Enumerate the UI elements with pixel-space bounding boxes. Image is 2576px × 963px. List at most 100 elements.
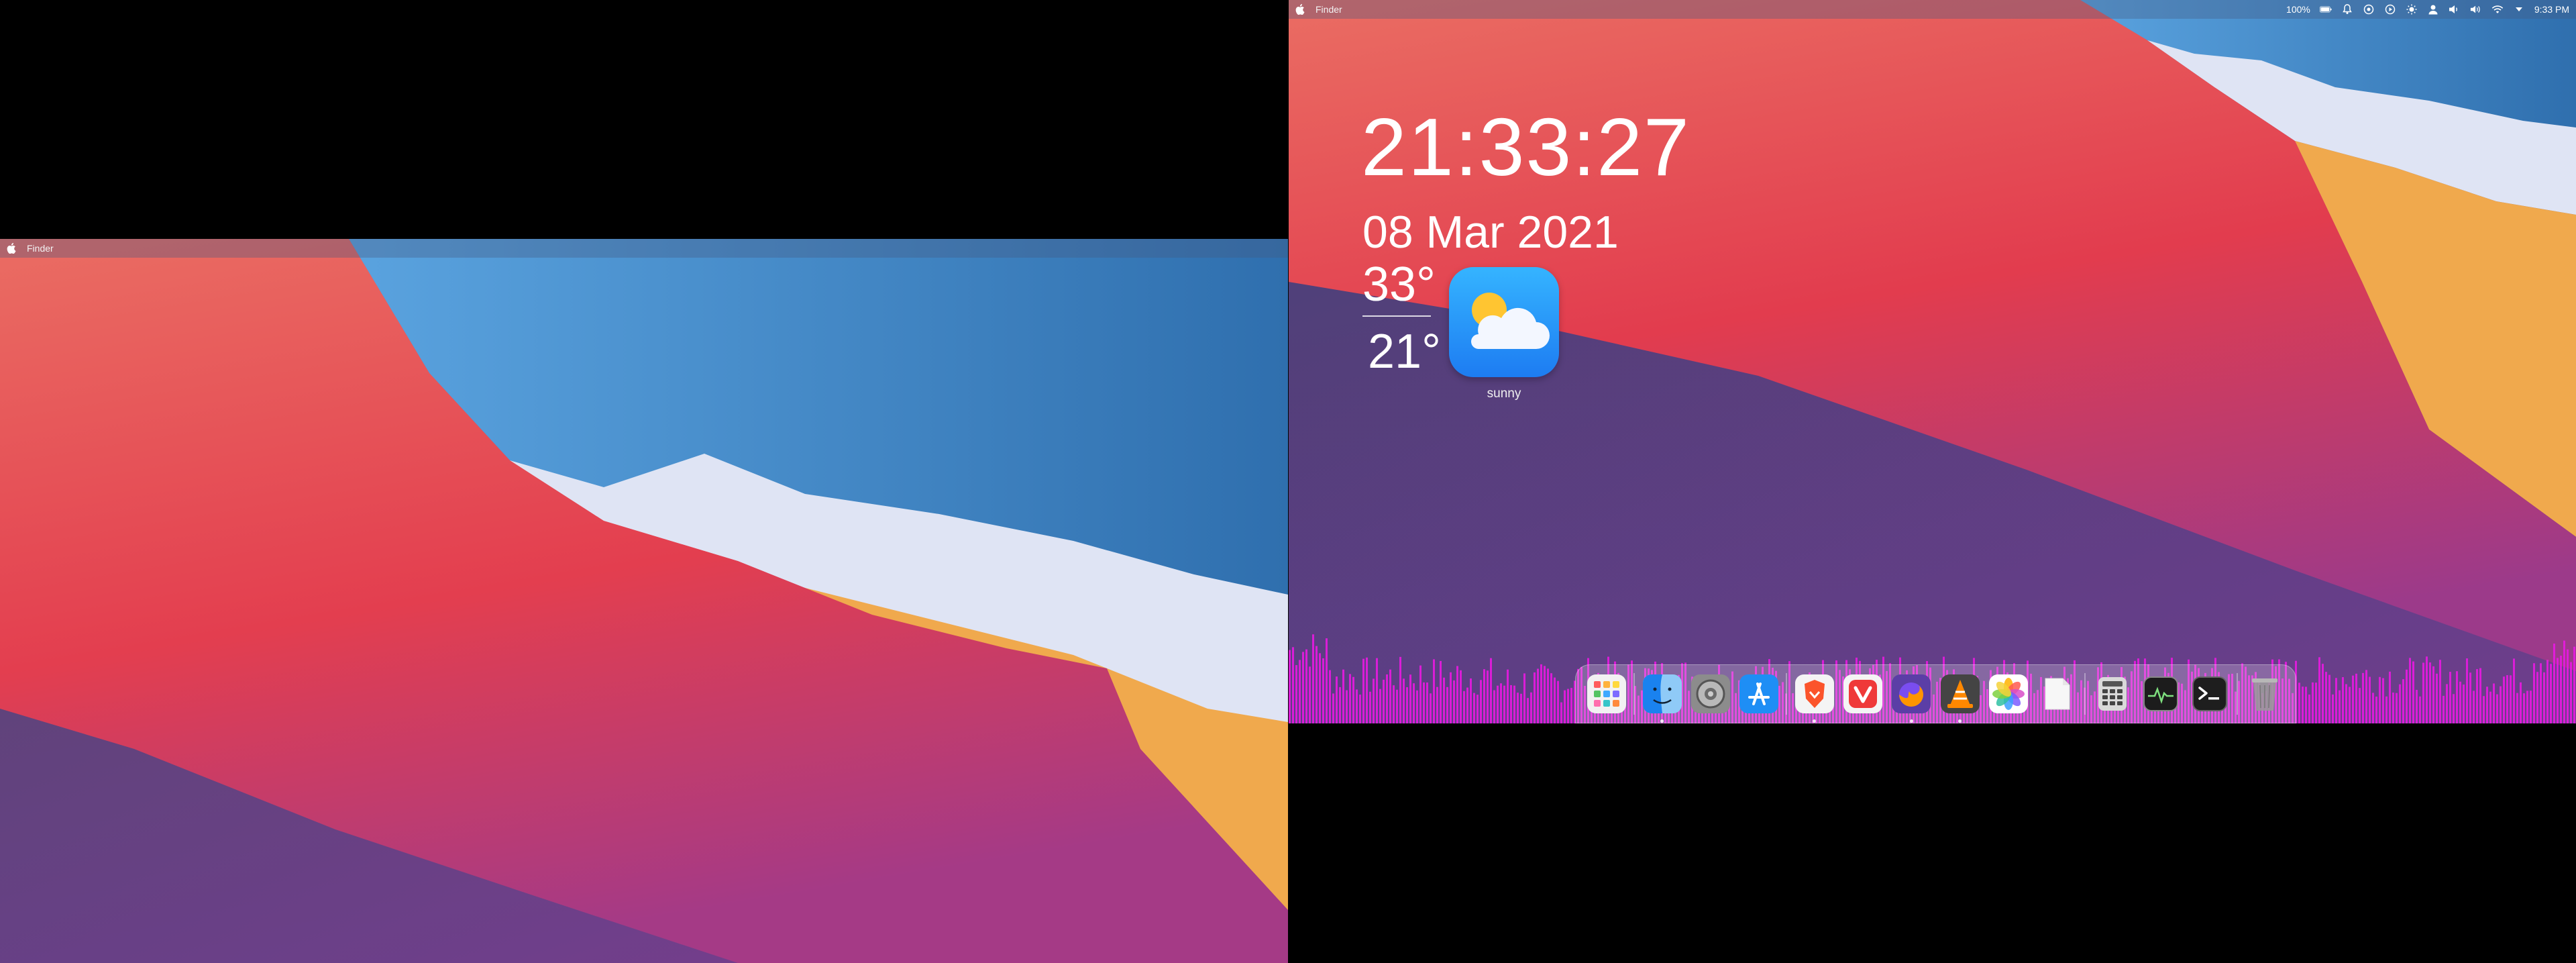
visualizer-bar — [2506, 675, 2508, 723]
visualizer-bar — [2456, 671, 2458, 723]
visualizer-bar — [1379, 689, 1381, 723]
visualizer-bar — [2318, 657, 2320, 723]
visualizer-bar — [2339, 690, 2341, 723]
visualizer-bar — [2429, 662, 2431, 723]
wifi-icon[interactable] — [2491, 3, 2504, 15]
dock-separator — [2084, 673, 2086, 715]
visualizer-bar — [2513, 658, 2515, 723]
visualizer-bar — [1544, 666, 1546, 723]
visualizer-bar — [2392, 693, 2394, 723]
apple-logo-icon[interactable] — [1295, 3, 1306, 15]
visualizer-bar — [2312, 682, 2314, 723]
visualizer-bar — [2453, 694, 2455, 723]
visualizer-bar — [2469, 672, 2471, 723]
visualizer-bar — [1483, 669, 1485, 723]
blank-document-icon[interactable] — [2033, 669, 2081, 719]
play-circle-icon[interactable] — [2384, 3, 2396, 15]
visualizer-bar — [1450, 672, 1452, 723]
visualizer-bar — [2379, 676, 2381, 723]
trash-icon[interactable] — [2241, 669, 2289, 719]
visualizer-bar — [2332, 694, 2334, 723]
visualizer-bar — [1319, 653, 1321, 723]
visualizer-bar — [2503, 676, 2505, 723]
visualizer-bar — [2439, 660, 2441, 723]
visualizer-bar — [2382, 678, 2384, 723]
brave-browser-icon[interactable] — [1790, 669, 1838, 723]
visualizer-bar — [1336, 676, 1338, 723]
calculator-icon[interactable] — [2088, 669, 2137, 719]
visualizer-bar — [1453, 680, 1455, 723]
visualizer-bar — [2375, 696, 2377, 723]
visualizer-bar — [2489, 691, 2491, 723]
visualizer-bar — [1302, 652, 1304, 723]
visualizer-bar — [1517, 693, 1519, 723]
visualizer-bar — [1463, 691, 1465, 723]
visualizer-bar — [2459, 681, 2461, 723]
visualizer-bar — [2436, 673, 2438, 723]
photos-icon[interactable] — [1984, 669, 2033, 719]
visualizer-bar — [1359, 694, 1361, 723]
visualizer-bar — [1376, 658, 1378, 723]
user-icon[interactable] — [2427, 3, 2439, 15]
record-icon[interactable] — [2363, 3, 2375, 15]
notification-bell-icon[interactable] — [2341, 3, 2353, 15]
visualizer-bar — [1403, 678, 1405, 723]
visualizer-bar — [2530, 691, 2532, 723]
left-display: Finder — [0, 239, 1288, 963]
volume-icon[interactable] — [2449, 3, 2461, 15]
menubar-clock[interactable]: 9:33 PM — [2534, 4, 2569, 15]
visualizer-bar — [2557, 658, 2559, 723]
visualizer-bar — [2416, 689, 2418, 723]
partly-cloudy-icon — [1449, 267, 1559, 377]
visualizer-bar — [2540, 663, 2542, 723]
visualizer-bar — [2422, 662, 2424, 723]
dropdown-arrow-icon[interactable] — [2513, 3, 2525, 15]
battery-icon[interactable] — [2319, 3, 2332, 15]
brightness-icon[interactable] — [2406, 3, 2418, 15]
visualizer-bar — [2349, 687, 2351, 723]
visualizer-bar — [2553, 643, 2555, 723]
temperature-high: 33° — [1362, 258, 1436, 311]
activity-monitor-icon[interactable] — [2137, 669, 2185, 719]
visualizer-bar — [2567, 649, 2569, 723]
visualizer-bar — [2396, 693, 2398, 723]
visualizer-bar — [1362, 658, 1364, 723]
visualizer-bar — [1443, 677, 1445, 723]
visualizer-bar — [2432, 666, 2434, 723]
temperature-low: 21° — [1368, 325, 1441, 378]
vlc-icon[interactable] — [1936, 669, 1984, 723]
desktop-wallpaper — [0, 239, 1288, 963]
vivaldi-icon[interactable] — [1839, 669, 1887, 719]
visualizer-bar — [2345, 684, 2347, 723]
visualizer-bar — [2305, 687, 2307, 723]
system-preferences-icon[interactable] — [1686, 669, 1735, 719]
visualizer-bar — [2365, 670, 2367, 723]
visualizer-bar — [1534, 672, 1536, 723]
visualizer-bar — [2500, 686, 2502, 723]
visualizer-bar — [2473, 691, 2475, 723]
firefox-icon[interactable] — [1887, 669, 1935, 723]
active-app-name[interactable]: Finder — [1316, 4, 1342, 15]
terminal-icon[interactable] — [2185, 669, 2233, 719]
launchpad-icon[interactable] — [1582, 669, 1631, 719]
finder-icon[interactable] — [1638, 669, 1686, 723]
apple-logo-icon[interactable] — [7, 242, 17, 254]
visualizer-bar — [1413, 683, 1415, 723]
visualizer-bar — [1332, 693, 1334, 723]
battery-percent[interactable]: 100% — [2286, 4, 2310, 15]
app-store-icon[interactable] — [1735, 669, 1783, 719]
visualizer-bar — [1352, 676, 1354, 723]
visualizer-bar — [1527, 698, 1529, 723]
visualizer-bar — [1423, 682, 1425, 723]
visualizer-bar — [1440, 660, 1442, 723]
visualizer-bar — [2486, 687, 2488, 723]
active-app-name[interactable]: Finder — [27, 243, 54, 254]
visualizer-bar — [1416, 690, 1418, 723]
visualizer-bar — [2412, 661, 2414, 723]
visualizer-bar — [1446, 687, 1448, 723]
sound-icon[interactable] — [2470, 3, 2482, 15]
visualizer-bar — [1292, 647, 1294, 723]
visualizer-bar — [2483, 696, 2485, 723]
visualizer-bar — [2550, 664, 2552, 723]
visualizer-bar — [1480, 680, 1482, 723]
